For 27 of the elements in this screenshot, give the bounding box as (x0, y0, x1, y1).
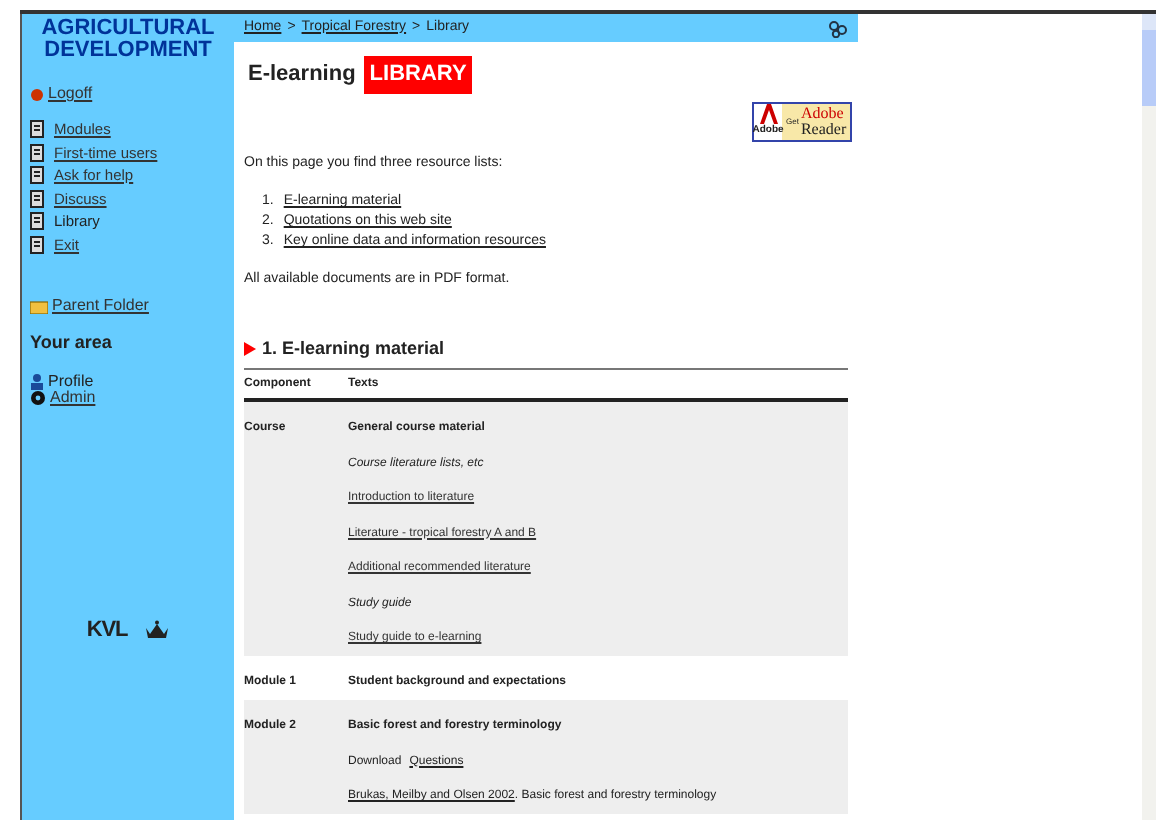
logo-text: KVL (86, 615, 128, 645)
library-badge: LIBRARY (363, 56, 473, 93)
section-title: 1. E-learning material (262, 335, 445, 362)
section-label: Your area (30, 330, 114, 356)
document-icon (30, 189, 44, 208)
folder-icon (30, 299, 48, 313)
scrollbar[interactable] (1142, 14, 1156, 820)
triangle-icon (244, 341, 256, 356)
adobe-logo-icon (759, 103, 777, 123)
document-icon (30, 166, 44, 185)
parent-folder-link[interactable]: Parent Folder (52, 294, 149, 318)
logoff-icon (30, 87, 44, 101)
person-icon (30, 373, 44, 389)
brand-text: Adobe (800, 105, 846, 121)
gear-icon (30, 389, 46, 405)
page-heading: E-learning (248, 60, 356, 90)
document-icon (30, 235, 44, 254)
people-icon (828, 19, 848, 37)
document-icon (30, 143, 44, 162)
admin-link[interactable]: Admin (50, 389, 96, 405)
document-icon (30, 120, 44, 139)
crown-icon (143, 619, 170, 640)
logoff-link[interactable]: Logoff (48, 82, 93, 106)
document-icon (30, 212, 44, 231)
site-title: AGRICULTURAL DEVELOPMENT (39, 18, 217, 62)
profile-label: Profile (48, 373, 94, 389)
product-text: Reader (800, 121, 847, 137)
